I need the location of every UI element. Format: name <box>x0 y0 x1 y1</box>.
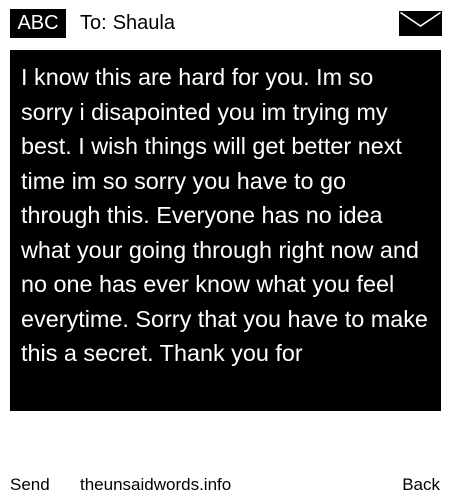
text-mode-badge[interactable]: ABC <box>10 9 66 38</box>
recipient-name: Shaula <box>112 12 175 34</box>
message-body-area[interactable]: I know this are hard for you. Im so sorr… <box>10 50 441 411</box>
site-label: theunsaidwords.info <box>80 475 232 494</box>
envelope-icon <box>399 11 442 36</box>
to-label: To: <box>80 12 107 34</box>
message-text: I know this are hard for you. Im so sorr… <box>21 64 428 366</box>
back-button[interactable]: Back <box>402 473 440 497</box>
message-header: ABC To: Shaula <box>0 0 450 46</box>
send-button[interactable]: Send <box>10 473 50 497</box>
softkey-bar: Send theunsaidwords.info Back <box>0 473 450 497</box>
recipient-line: To: Shaula <box>80 9 175 38</box>
